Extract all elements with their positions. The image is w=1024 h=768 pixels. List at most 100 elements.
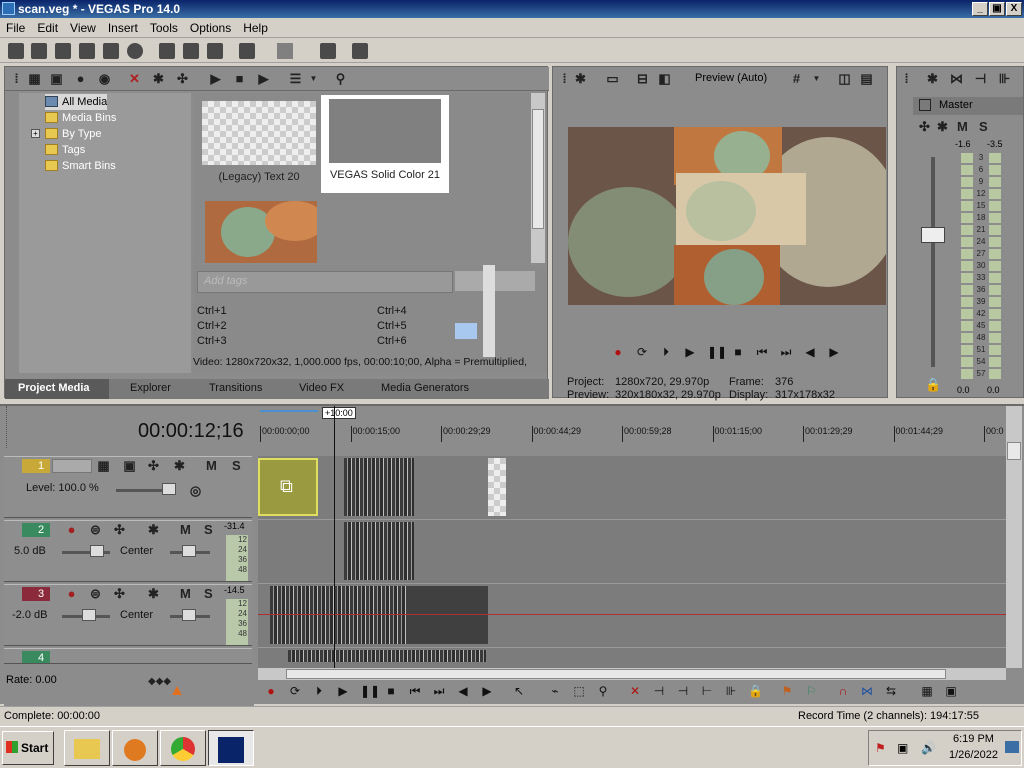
time-ruler[interactable]: 00:00:00;00 00:00:15;00 00:00:29;29 00:00:4… [258, 424, 1006, 456]
volume-icon[interactable]: 🔊 [921, 741, 936, 755]
play-icon[interactable]: ▶ [683, 345, 697, 359]
tree-item-all-media[interactable]: All Media [45, 94, 108, 110]
pause-icon[interactable]: ❚❚ [707, 345, 727, 359]
selection-tool-icon[interactable]: ⬚ [572, 684, 586, 698]
redo-icon[interactable] [277, 43, 293, 59]
video-clip[interactable] [344, 458, 414, 516]
media-fx-icon[interactable]: ✣ [175, 71, 190, 86]
tab-media-generators[interactable]: Media Generators [381, 382, 469, 394]
action-center-icon[interactable]: ⚑ [875, 741, 886, 755]
menu-tools[interactable]: Tools [144, 18, 184, 35]
fx-insert-icon[interactable]: ✣ [917, 119, 932, 134]
track-4[interactable]: 4 [4, 648, 252, 664]
menu-help[interactable]: Help [237, 18, 274, 35]
play-icon[interactable]: ▶ [336, 684, 350, 698]
fx-icon[interactable]: ✱ [172, 458, 187, 473]
solo-button[interactable]: S [204, 522, 213, 537]
composite-icon[interactable]: ✣ [146, 458, 161, 473]
trim-icon[interactable]: ⊣ [652, 684, 666, 698]
timeline-area[interactable]: +10:00 00:00:00;00 00:00:15;00 00:00:29;29… [258, 406, 1006, 668]
web-icon[interactable]: ◉ [97, 71, 112, 86]
record-icon[interactable]: ● [264, 684, 278, 698]
tab-project-media[interactable]: Project Media [18, 382, 90, 394]
hand-icon[interactable] [320, 43, 336, 59]
taskbar-vegas[interactable] [208, 730, 254, 766]
scroll-thumb[interactable] [532, 109, 544, 229]
envelope-tool-icon[interactable]: ⌁ [548, 684, 562, 698]
bypass-fx-icon[interactable]: ▣ [122, 458, 137, 473]
marker-icon[interactable]: ⚑ [780, 684, 794, 698]
taskbar-chrome[interactable] [160, 730, 206, 766]
fx-icon[interactable]: ✱ [146, 586, 161, 601]
chevron-down-icon[interactable]: ▼ [809, 71, 824, 86]
go-to-end-icon[interactable]: ⏭ [779, 345, 793, 359]
arm-record-icon[interactable]: ● [64, 522, 79, 537]
gear-icon[interactable]: ✱ [925, 71, 940, 86]
gear-icon[interactable]: ✱ [151, 71, 166, 86]
media-item-solid-color[interactable]: VEGAS Solid Color 21 [321, 95, 449, 193]
dim-icon[interactable]: ⊣ [973, 71, 988, 86]
tab-transitions[interactable]: Transitions [209, 382, 262, 394]
show-desktop-icon[interactable] [1005, 741, 1019, 753]
tree-item-tags[interactable]: Tags [45, 142, 85, 158]
audio-track-3-lane[interactable] [258, 584, 1006, 648]
clock-date[interactable]: 1/26/2022 [949, 749, 998, 761]
volume-knob[interactable] [82, 609, 96, 621]
track-4-lane[interactable] [258, 648, 1006, 662]
open-icon[interactable] [31, 43, 47, 59]
loop-icon[interactable]: ⟳ [635, 345, 649, 359]
new-icon[interactable] [8, 43, 24, 59]
normal-edit-tool-icon[interactable]: ↖ [512, 684, 526, 698]
mute-button[interactable]: M [180, 586, 191, 601]
scroll-thumb[interactable] [286, 669, 946, 679]
level-knob[interactable] [162, 483, 176, 495]
thumbnails-scrollbar[interactable] [531, 93, 545, 263]
invert-phase-icon[interactable]: ⊜ [88, 586, 103, 601]
go-to-start-icon[interactable]: ⏮ [408, 684, 422, 698]
pause-icon[interactable]: ❚❚ [360, 684, 380, 698]
stop-icon[interactable]: ■ [384, 684, 398, 698]
track-motion-icon[interactable]: ▦ [96, 458, 111, 473]
stop-icon[interactable]: ■ [232, 71, 247, 86]
copy-icon[interactable] [183, 43, 199, 59]
downmix-icon[interactable]: ⋈ [949, 71, 964, 86]
mixer-icon[interactable]: ⊪ [997, 71, 1012, 86]
solo-button[interactable]: S [232, 458, 241, 473]
stop-icon[interactable]: ■ [731, 345, 745, 359]
audio-clip[interactable] [344, 522, 414, 580]
fx-icon[interactable]: ✱ [935, 119, 950, 134]
split-icon[interactable]: ⊪ [724, 684, 738, 698]
menu-edit[interactable]: Edit [31, 18, 64, 35]
tag-color[interactable] [455, 323, 477, 339]
views-icon[interactable]: ☰ [288, 71, 303, 86]
lock-icon[interactable]: 🔒 [748, 684, 763, 698]
tree-item-by-type[interactable]: By Type [45, 126, 102, 142]
invert-phase-icon[interactable]: ⊜ [88, 522, 103, 537]
media-item-text[interactable]: (Legacy) Text 20 [197, 95, 321, 191]
trim-start-icon[interactable]: ⊣ [676, 684, 690, 698]
gear-icon[interactable]: ✱ [573, 71, 588, 86]
menu-options[interactable]: Options [184, 18, 237, 35]
taskbar-explorer[interactable] [64, 730, 110, 766]
playhead-cursor[interactable] [334, 406, 335, 668]
timeline-horizontal-scrollbar[interactable] [258, 668, 1006, 680]
lock-icon[interactable]: 🔒 [925, 377, 941, 392]
track-2[interactable]: 2 ● ⊜ ✣ ✱ M S -31.4 5.0 dB Center 12 24 36… [4, 520, 252, 582]
close-button[interactable]: X [1006, 2, 1022, 16]
minimize-button[interactable]: _ [972, 2, 988, 16]
menu-file[interactable]: File [0, 18, 31, 35]
auto-preview-icon[interactable]: ▶ [256, 71, 271, 86]
trim-end-icon[interactable]: ⊢ [700, 684, 714, 698]
go-to-start-icon[interactable]: ⏮ [755, 345, 769, 359]
play-from-start-icon[interactable]: ⏵ [312, 684, 326, 698]
save-snapshot-icon[interactable]: ▤ [859, 71, 874, 86]
tree-item-smart-bins[interactable]: Smart Bins [45, 158, 116, 174]
media-item-video[interactable] [205, 201, 317, 263]
taskbar-media-player[interactable] [112, 730, 158, 766]
fx-insert-icon[interactable]: ✣ [112, 586, 127, 601]
auto-crossfade-icon[interactable]: ⋈ [860, 684, 874, 698]
save-as-icon[interactable] [79, 43, 95, 59]
loop-region[interactable] [260, 410, 318, 412]
track-motion-icon[interactable]: ▣ [944, 684, 958, 698]
track-4-clip[interactable] [288, 650, 486, 662]
